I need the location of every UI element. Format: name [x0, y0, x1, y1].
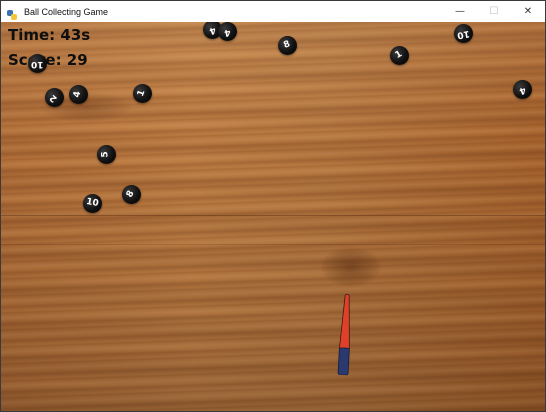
score-text: Score: 29 — [8, 51, 88, 69]
ball-number: 10 — [456, 27, 471, 41]
minimize-button[interactable]: — — [443, 1, 477, 22]
ball-number: 10 — [85, 196, 100, 210]
wood-plank-seam — [1, 244, 545, 245]
ball-number: 5 — [100, 151, 111, 158]
title-bar[interactable]: Ball Collecting Game — ☐ ✕ — [1, 1, 545, 22]
game-window: Ball Collecting Game — ☐ ✕ Time: 43s Sco… — [0, 0, 546, 412]
ball[interactable]: 8 — [122, 185, 141, 204]
ball[interactable]: 4 — [69, 85, 88, 104]
ball[interactable]: 1 — [390, 46, 409, 65]
timer-text: Time: 43s — [8, 26, 91, 44]
python-icon — [6, 6, 18, 20]
ball-number: 8 — [282, 39, 292, 51]
ball-number: 4 — [208, 24, 218, 36]
ball[interactable]: 4 — [513, 80, 532, 99]
wood-plank-seam — [1, 215, 545, 216]
game-canvas[interactable]: Time: 43s Score: 29 4 4 8 1 10 10 4 2 4 1 5 8 10 — [1, 22, 545, 411]
ball-number: 1 — [136, 88, 148, 98]
paddle[interactable] — [336, 293, 354, 376]
ball-number: 4 — [223, 26, 232, 38]
ball[interactable]: 5 — [97, 145, 116, 164]
ball-number: 4 — [518, 84, 528, 96]
ball[interactable]: 10 — [28, 54, 47, 73]
ball[interactable]: 2 — [45, 88, 64, 107]
ball[interactable]: 4 — [218, 22, 237, 41]
ball[interactable]: 8 — [278, 36, 297, 55]
maximize-button[interactable]: ☐ — [477, 1, 511, 22]
wood-knot — [321, 247, 381, 287]
close-button[interactable]: ✕ — [511, 1, 545, 22]
window-controls: — ☐ ✕ — [443, 1, 545, 22]
ball[interactable]: 1 — [133, 84, 152, 103]
ball[interactable]: 10 — [454, 24, 473, 43]
ball-number: 8 — [125, 189, 137, 200]
ball-number: 2 — [48, 92, 60, 104]
ball-number: 10 — [31, 59, 44, 69]
ball[interactable]: 10 — [83, 194, 102, 213]
ball-number: 4 — [72, 90, 84, 99]
ball-number: 1 — [394, 49, 405, 61]
window-title: Ball Collecting Game — [24, 6, 109, 17]
